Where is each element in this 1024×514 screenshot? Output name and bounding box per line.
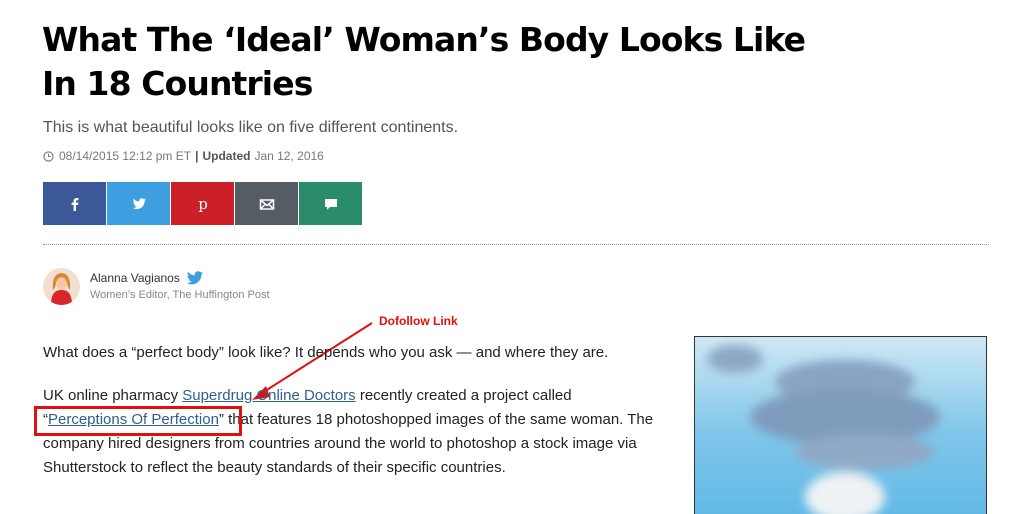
dofollow-highlight-box <box>34 406 242 436</box>
updated-label: Updated <box>202 149 251 163</box>
share-facebook-button[interactable] <box>43 182 106 225</box>
superdrug-link[interactable]: Superdrug Online Doctors <box>182 387 355 404</box>
twitter-icon <box>132 197 146 209</box>
author-byline: Alanna Vagianos Women’s Editor, The Huff… <box>43 268 270 305</box>
share-comment-button[interactable] <box>299 182 362 225</box>
author-info: Alanna Vagianos Women’s Editor, The Huff… <box>90 268 270 301</box>
share-email-button[interactable] <box>235 182 298 225</box>
article-subtitle: This is what beautiful looks like on fiv… <box>43 119 459 136</box>
article-title: What The ‘Ideal’ Woman’s Body Looks Like… <box>42 20 806 103</box>
share-pinterest-button[interactable]: p <box>171 182 234 225</box>
author-avatar[interactable] <box>43 268 80 305</box>
dofollow-annotation-label: Dofollow Link <box>379 314 458 328</box>
updated-date: Jan 12, 2016 <box>254 149 324 163</box>
svg-text:p: p <box>198 195 208 213</box>
article-side-image[interactable] <box>694 336 987 514</box>
section-divider <box>43 244 989 245</box>
author-name[interactable]: Alanna Vagianos <box>90 271 180 285</box>
facebook-icon <box>71 197 78 211</box>
clock-icon <box>43 150 54 162</box>
paragraph-intro: What does a “perfect body” look like? It… <box>43 344 609 361</box>
published-date: 08/14/2015 12:12 pm ET <box>59 149 192 163</box>
share-twitter-button[interactable] <box>107 182 170 225</box>
meta-separator: | <box>195 149 199 163</box>
share-bar: p <box>43 182 363 225</box>
author-role: Women’s Editor, The Huffington Post <box>90 289 270 301</box>
mail-icon <box>259 198 274 210</box>
article-meta: 08/14/2015 12:12 pm ET | Updated Jan 12,… <box>43 149 324 163</box>
comment-icon <box>324 198 337 210</box>
twitter-bird-icon[interactable] <box>186 271 204 285</box>
pinterest-icon: p <box>198 195 208 213</box>
